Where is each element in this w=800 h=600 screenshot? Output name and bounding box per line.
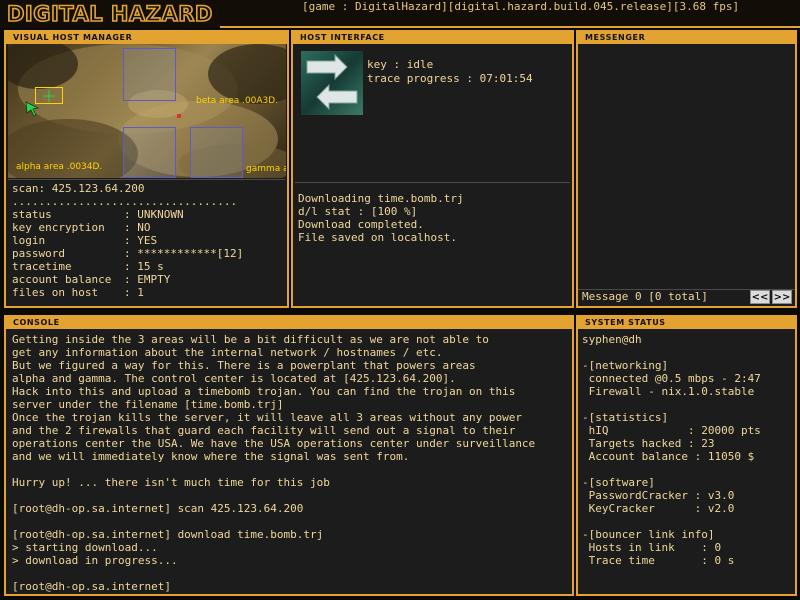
system-status-text: syphen@dh -[networking] connected @0.5 mb…	[582, 333, 761, 567]
crosshair-icon	[43, 90, 55, 102]
console-line: > download in progress...	[12, 554, 178, 567]
panel-title: MESSENGER	[578, 32, 795, 44]
console-line: alpha and gamma. The control center is l…	[12, 372, 456, 385]
svg-text:DIGITAL HAZARD: DIGITAL HAZARD	[7, 2, 213, 24]
messenger-panel: MESSENGER Message 0 [0 total] << >>	[576, 30, 797, 308]
host-field-label: files on host	[12, 286, 105, 299]
system-status-panel: SYSTEM STATUS syphen@dh -[networking] con…	[576, 315, 797, 596]
console-line: Hurry up! ... there isn't much time for …	[12, 476, 330, 489]
console-line: [root@dh-op.sa.internet] download time.b…	[12, 528, 324, 541]
host-field-value: : 15 s	[124, 260, 164, 273]
status-line	[582, 515, 761, 528]
console-line: [root@dh-op.sa.internet]	[12, 580, 171, 593]
area-box-north[interactable]	[123, 48, 176, 101]
console-line: server under the filename [time.bomb.trj…	[12, 398, 284, 411]
host-field-label: login	[12, 234, 105, 247]
transfer-icon	[301, 51, 363, 115]
console-line: operations center the USA. We have the U…	[12, 437, 536, 450]
panel-title: SYSTEM STATUS	[578, 317, 795, 329]
console-line: and the 2 firewalls that guard each faci…	[12, 424, 516, 437]
status-line: -[networking]	[582, 359, 669, 372]
status-line: -[software]	[582, 476, 655, 489]
key-status: key : idle	[367, 58, 434, 71]
host-field-label: password	[12, 247, 105, 260]
log-line: d/l stat : [100 %]	[298, 205, 418, 218]
separator-dots: ..................................	[12, 195, 238, 208]
game-info: [game : DigitalHazard][digital.hazard.bu…	[302, 0, 740, 13]
status-line: Trace time : 0 s	[582, 554, 735, 567]
console-panel: CONSOLE Getting inside the 3 areas will …	[4, 315, 574, 596]
host-interface-panel: HOST INTERFACE key : idle trace progress…	[291, 30, 574, 308]
console-output[interactable]: Getting inside the 3 areas will be a bit…	[12, 333, 535, 593]
prev-message-button[interactable]: <<	[750, 290, 770, 304]
status-line	[582, 398, 761, 411]
map-marker-icon	[177, 114, 181, 118]
host-field-value: : UNKNOWN	[124, 208, 184, 221]
status-line: KeyCracker : v2.0	[582, 502, 735, 515]
status-line: hIQ : 20000 pts	[582, 424, 761, 437]
console-line: > starting download...	[12, 541, 158, 554]
game-logo: DIGITAL HAZARD	[4, 2, 218, 24]
status-line: Targets hacked : 23	[582, 437, 715, 450]
divider	[8, 179, 285, 180]
scan-line: scan: 425.123.64.200	[12, 182, 145, 195]
trace-progress: trace progress : 07:01:54	[367, 72, 533, 85]
log-line: Download completed.	[298, 218, 424, 231]
visual-host-manager-panel: VISUAL HOST MANAGER beta area .00A3D. al…	[4, 30, 289, 308]
area-box-south-east[interactable]	[190, 127, 243, 178]
status-line	[582, 463, 761, 476]
host-field-value: : NO	[124, 221, 151, 234]
host-field-label: account balance	[12, 273, 112, 286]
status-line: syphen@dh	[582, 333, 642, 346]
status-line: Account balance : 11050 $	[582, 450, 755, 463]
status-line	[582, 346, 761, 359]
mouse-cursor-icon	[25, 101, 40, 117]
divider	[295, 182, 570, 183]
area-box-south-west[interactable]	[123, 127, 176, 178]
status-line: Firewall - nix.1.0.stable	[582, 385, 755, 398]
panel-title: VISUAL HOST MANAGER	[6, 32, 287, 44]
console-line: and we will immediately know where the s…	[12, 450, 410, 463]
console-line: Getting inside the 3 areas will be a bit…	[12, 333, 489, 346]
host-field-label: key encryption	[12, 221, 105, 234]
next-message-button[interactable]: >>	[772, 290, 792, 304]
beta-area-label[interactable]: beta area .00A3D.	[196, 96, 278, 106]
host-field-label: tracetime	[12, 260, 105, 273]
console-line: get any information about the internal n…	[12, 346, 443, 359]
host-map[interactable]: beta area .00A3D. alpha area .0034D. gam…	[8, 44, 286, 178]
console-line: But we figured a way for this. There is …	[12, 359, 476, 372]
status-line: connected @0.5 mbps - 2:47	[582, 372, 761, 385]
status-line: PasswordCracker : v3.0	[582, 489, 735, 502]
status-line: -[bouncer link info]	[582, 528, 715, 541]
console-line: Hack into this and upload a timebomb tro…	[12, 385, 516, 398]
console-line: [root@dh-op.sa.internet] scan 425.123.64…	[12, 502, 304, 515]
download-log: Downloading time.bomb.trj d/l stat : [100…	[298, 192, 464, 244]
host-field-value: : EMPTY	[124, 273, 171, 286]
status-line: Hosts in link : 0	[582, 541, 722, 554]
log-line: Downloading time.bomb.trj	[298, 192, 464, 205]
host-field-value: : ************[12]	[124, 247, 244, 260]
host-field-label: status	[12, 208, 105, 221]
panel-title: HOST INTERFACE	[293, 32, 572, 44]
gamma-area-label[interactable]: gamma a	[246, 164, 286, 174]
message-area[interactable]	[580, 45, 793, 288]
message-count: Message 0 [0 total]	[582, 290, 708, 303]
log-line: File saved on localhost.	[298, 231, 457, 244]
top-accent-line	[220, 26, 800, 28]
console-line: Once the trojan kills the server, it wil…	[12, 411, 522, 424]
top-bar: DIGITAL HAZARD [game : DigitalHazard][di…	[0, 0, 800, 28]
host-field-value: : 1	[124, 286, 144, 299]
panel-title: CONSOLE	[6, 317, 572, 329]
status-line: -[statistics]	[582, 411, 669, 424]
host-field-value: : YES	[124, 234, 158, 247]
alpha-area-label[interactable]: alpha area .0034D.	[16, 162, 102, 172]
